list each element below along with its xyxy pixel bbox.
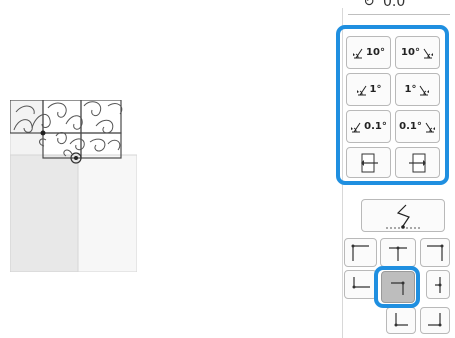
corner-bottom-left-icon [394, 312, 408, 326]
corner-top-left-icon [351, 244, 369, 261]
corner-top-right-icon [427, 244, 444, 261]
selected-corner-highlight [374, 266, 420, 308]
corner-bottom-right-button[interactable] [420, 307, 450, 334]
rotate-ccw-icon [351, 122, 361, 132]
preview-area [0, 0, 330, 338]
rotate-ccw-icon [356, 85, 366, 95]
rotate-ccw-icon [353, 48, 363, 58]
edge-right-button[interactable] [426, 270, 450, 299]
edge-right-icon [435, 276, 442, 293]
rotate-label: 10° [401, 47, 420, 58]
rotate-cw-1-button[interactable]: 1° [395, 73, 440, 106]
corner-bottom-right-icon [428, 312, 442, 326]
rotate-icon: ↻ [363, 0, 375, 10]
corner-top-left-button[interactable] [344, 238, 377, 267]
move-right-icon [408, 153, 426, 172]
angle-value: 0.0° [383, 0, 413, 10]
move-left-icon [360, 153, 378, 172]
rotate-ccw-0.1-button[interactable]: 0.1° [346, 110, 391, 143]
move-left-button[interactable] [346, 147, 391, 178]
stitch-zigzag-icon [386, 204, 422, 229]
rotate-label: 0.1° [399, 121, 422, 132]
rotate-cw-icon [425, 122, 435, 132]
rotate-label: 10° [366, 47, 385, 58]
edge-left-button[interactable] [344, 270, 377, 299]
rotate-cw-0.1-button[interactable]: 0.1° [395, 110, 440, 143]
stitch-start-end-button[interactable] [361, 199, 445, 232]
edge-top-icon [389, 246, 407, 261]
corner-bottom-left-button[interactable] [386, 307, 416, 334]
rotate-cw-10-button[interactable]: 10° [395, 36, 440, 69]
rotate-ccw-1-button[interactable]: 1° [346, 73, 391, 106]
edge-left-icon [352, 276, 370, 288]
quilt-pattern-preview [10, 100, 137, 272]
rotate-label: 1° [369, 84, 382, 95]
corner-top-center-button[interactable] [380, 238, 416, 267]
rotate-label: 1° [404, 84, 417, 95]
move-right-button[interactable] [395, 147, 440, 178]
angle-readout: ↻ 0.0° [355, 0, 450, 14]
corner-top-right-alt-button[interactable] [420, 238, 450, 267]
rotate-ccw-10-button[interactable]: 10° [346, 36, 391, 69]
rotate-label: 0.1° [364, 121, 387, 132]
rotate-cw-icon [420, 85, 430, 95]
rotate-cw-icon [423, 48, 433, 58]
divider [348, 14, 450, 15]
